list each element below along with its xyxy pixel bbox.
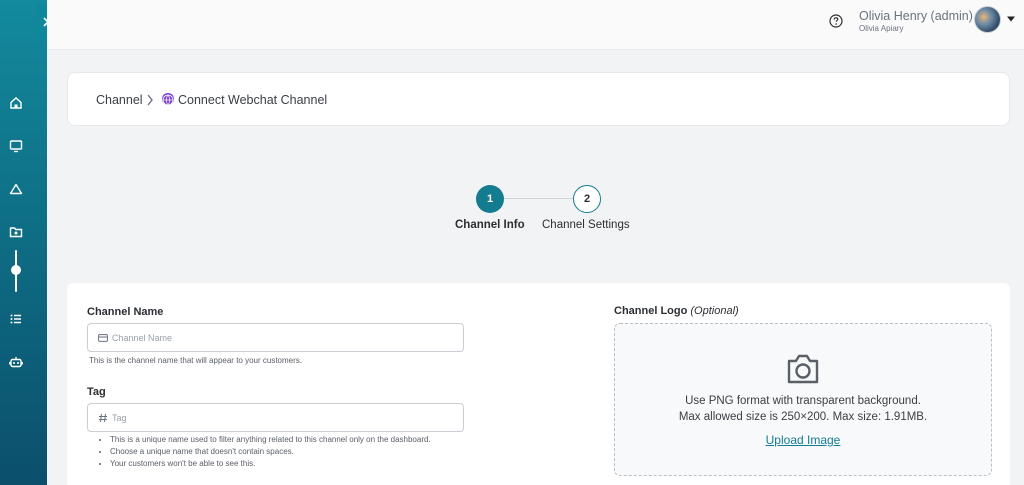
bot-icon — [9, 357, 23, 368]
sidebar-item-home[interactable] — [8, 95, 24, 111]
logo-dropzone[interactable]: Use PNG format with transparent backgrou… — [614, 323, 992, 476]
user-organization: Olivia Apiary — [859, 24, 904, 33]
breadcrumb-current: Connect Webchat Channel — [178, 93, 328, 107]
folder-icon — [9, 227, 23, 238]
home-icon — [10, 97, 22, 109]
optional-tag: (Optional) — [690, 305, 739, 317]
channel-name-help: This is the channel name that will appea… — [89, 356, 302, 365]
tag-help-item: Choose a unique name that doesn't contai… — [110, 446, 440, 458]
sidebar-item-bots[interactable] — [8, 354, 24, 370]
chevron-down-icon[interactable] — [1006, 15, 1016, 23]
breadcrumb: Channel Connect Webchat Channel — [67, 72, 1010, 126]
avatar[interactable] — [974, 6, 1001, 33]
list-icon — [10, 314, 21, 324]
card-icon — [97, 333, 108, 343]
step-1-indicator[interactable]: 1 — [476, 185, 504, 213]
tag-field[interactable] — [87, 403, 464, 432]
step-2-label: Channel Settings — [542, 219, 630, 231]
monitor-icon — [9, 140, 23, 153]
tag-input[interactable] — [112, 410, 452, 426]
step-1-label: Channel Info — [455, 219, 525, 231]
channel-name-label: Channel Name — [87, 306, 164, 318]
channel-name-input[interactable] — [112, 330, 452, 346]
hash-icon — [97, 413, 108, 423]
tag-help-item: Your customers won't be able to see this… — [110, 458, 440, 470]
stepper-connector — [504, 198, 573, 199]
webchat-globe-icon — [162, 93, 174, 106]
breadcrumb-channel-link[interactable]: Channel — [96, 93, 143, 107]
upload-instructions-line-1: Use PNG format with transparent backgrou… — [685, 395, 921, 407]
upload-instructions-line-2: Max allowed size is 250×200. Max size: 1… — [678, 411, 928, 423]
chevron-right-icon — [147, 94, 153, 106]
sidebar-item-alerts[interactable] — [8, 181, 24, 197]
channel-logo-label-text: Channel Logo — [614, 305, 688, 317]
camera-icon — [787, 354, 819, 384]
sidebar — [0, 0, 56, 485]
upload-image-link[interactable]: Upload Image — [615, 433, 991, 447]
channel-name-field[interactable] — [87, 323, 464, 352]
help-icon[interactable] — [829, 14, 843, 28]
channel-form: Channel Name This is the channel name th… — [67, 283, 1010, 485]
sidebar-slider-handle[interactable] — [11, 265, 21, 275]
tag-help-item: This is a unique name used to filter any… — [110, 434, 440, 446]
tag-label: Tag — [87, 386, 106, 398]
sidebar-item-list[interactable] — [8, 311, 24, 327]
sidebar-item-monitor[interactable] — [8, 138, 24, 154]
user-name[interactable]: Olivia Henry (admin) — [859, 9, 973, 23]
triangle-icon — [9, 183, 23, 195]
sidebar-item-files[interactable] — [8, 224, 24, 240]
tag-help-list: This is a unique name used to filter any… — [100, 434, 440, 470]
step-2-indicator[interactable]: 2 — [573, 185, 601, 213]
channel-logo-label: Channel Logo (Optional) — [614, 305, 739, 317]
